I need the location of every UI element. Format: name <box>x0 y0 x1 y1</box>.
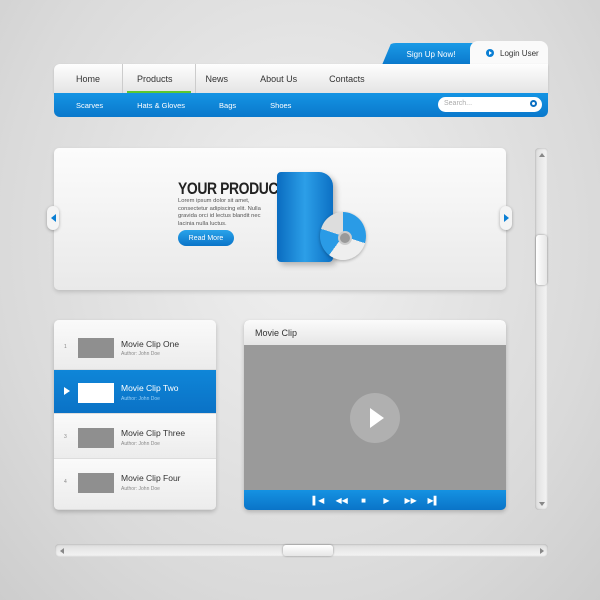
login-label: Login User <box>500 48 539 58</box>
arrow-left-icon <box>50 214 56 222</box>
thumbnail <box>78 473 114 493</box>
item-number: 4 <box>64 479 67 485</box>
nav-contacts[interactable]: Contacts <box>319 64 387 93</box>
subnav-scarves[interactable]: Scarves <box>76 101 103 110</box>
scroll-right-icon[interactable] <box>538 547 545 554</box>
item-number: 3 <box>64 434 67 440</box>
nav-news[interactable]: News <box>196 64 251 93</box>
scroll-left-icon[interactable] <box>58 547 65 554</box>
playlist-item[interactable]: 4 Movie Clip Four Author: John Doe <box>54 459 216 510</box>
disc-image <box>320 212 366 260</box>
nav-products[interactable]: Products <box>122 64 196 93</box>
play-icon[interactable]: ▶ <box>382 496 392 505</box>
slider-prev-button[interactable] <box>47 206 59 230</box>
item-title: Movie Clip Four <box>121 473 181 483</box>
item-title: Movie Clip Three <box>121 428 186 438</box>
video-player: Movie Clip ▌◀ ◀◀ ■ ▶ ▶▶ ▶▌ <box>244 320 506 510</box>
vertical-scrollbar[interactable] <box>535 148 548 510</box>
arrow-right-icon <box>503 214 509 222</box>
horizontal-scroll-thumb[interactable] <box>283 545 333 556</box>
item-number: 1 <box>64 344 67 350</box>
nav-about-us[interactable]: About Us <box>250 64 319 93</box>
playlist-item[interactable]: 3 Movie Clip Three Author: John Doe <box>54 414 216 459</box>
item-author: Author: John Doe <box>121 396 160 402</box>
nav-home[interactable]: Home <box>66 64 122 93</box>
signup-label: Sign Up Now! <box>406 49 456 59</box>
login-button[interactable]: Login User <box>470 41 548 65</box>
playlist-item-selected[interactable]: Movie Clip Two Author: John Doe <box>54 370 216 414</box>
search-placeholder: Search... <box>444 100 473 107</box>
player-controls: ▌◀ ◀◀ ■ ▶ ▶▶ ▶▌ <box>244 490 506 510</box>
play-circle-icon <box>486 49 494 57</box>
scroll-up-icon[interactable] <box>538 151 545 158</box>
thumbnail <box>78 383 114 403</box>
skip-back-icon[interactable]: ▌◀ <box>313 496 325 505</box>
product-title: YOUR PRODUCT <box>178 179 287 198</box>
skip-forward-icon[interactable]: ▶▌ <box>428 496 440 505</box>
item-title: Movie Clip Two <box>121 383 179 393</box>
item-author: Author: John Doe <box>121 351 160 357</box>
item-author: Author: John Doe <box>121 441 160 447</box>
slider-next-button[interactable] <box>500 206 512 230</box>
big-play-button[interactable] <box>350 393 400 443</box>
fast-forward-icon[interactable]: ▶▶ <box>405 496 417 505</box>
item-author: Author: John Doe <box>121 486 160 492</box>
main-nav: Home Products News About Us Contacts <box>54 64 548 93</box>
subnav-bags[interactable]: Bags <box>219 101 236 110</box>
subnav-shoes[interactable]: Shoes <box>270 101 291 110</box>
search-input[interactable]: Search... <box>438 97 542 112</box>
subnav-hats-gloves[interactable]: Hats & Gloves <box>137 101 185 110</box>
product-description: Lorem ipsum dolor sit amet, consectetur … <box>178 198 261 227</box>
vertical-scroll-thumb[interactable] <box>536 235 547 285</box>
thumbnail <box>78 428 114 448</box>
player-title: Movie Clip <box>244 320 506 345</box>
playlist-item[interactable]: 1 Movie Clip One Author: John Doe <box>54 320 216 370</box>
read-more-label: Read More <box>188 234 224 242</box>
signup-button[interactable]: Sign Up Now! <box>382 43 474 65</box>
thumbnail <box>78 338 114 358</box>
play-icon <box>64 387 70 395</box>
video-area[interactable] <box>244 345 506 509</box>
read-more-button[interactable]: Read More <box>178 230 234 246</box>
scroll-down-icon[interactable] <box>538 500 545 507</box>
item-title: Movie Clip One <box>121 339 180 349</box>
rewind-icon[interactable]: ◀◀ <box>336 496 348 505</box>
search-icon[interactable] <box>530 100 537 107</box>
playlist: 1 Movie Clip One Author: John Doe Movie Cl… <box>54 320 216 510</box>
sub-nav: Scarves Hats & Gloves Bags Shoes Search.… <box>54 93 548 117</box>
stop-icon[interactable]: ■ <box>359 496 369 505</box>
